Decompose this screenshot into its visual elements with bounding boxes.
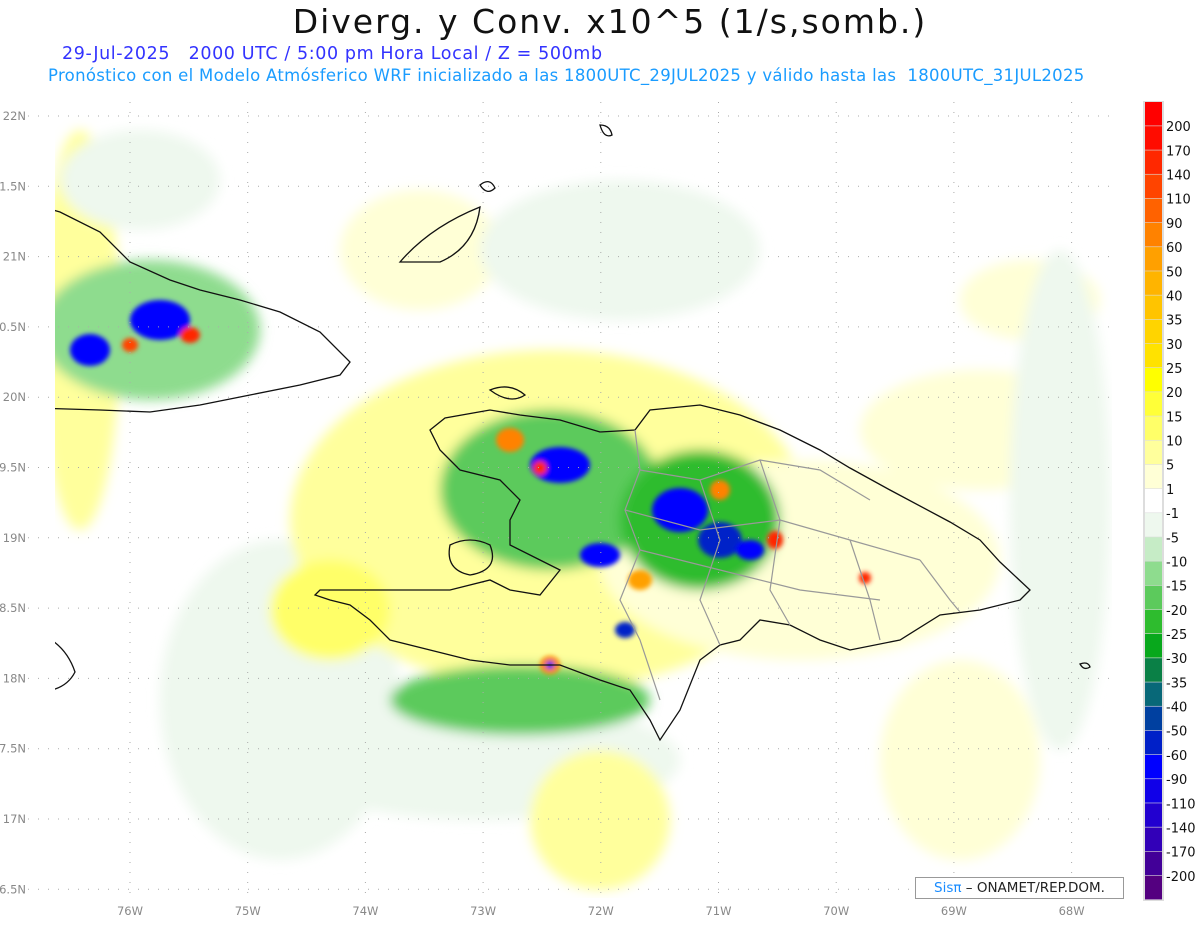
lat-label: 0.5N <box>0 320 26 334</box>
colorbar-swatch <box>1145 754 1162 779</box>
colorbar-label: -5 <box>1166 531 1179 546</box>
credit-box: Sisπ – ONAMET/REP.DOM. <box>915 877 1124 899</box>
divergence-map: 76W 75W 74W 73W 72W 71W 70W 69W 68W 22N 1.5N 21N 0.5… <box>0 101 1196 918</box>
colorbar-label: 170 <box>1166 144 1191 159</box>
lat-label: 1.5N <box>0 179 26 193</box>
colorbar-swatch <box>1145 150 1162 174</box>
colorbar-label: -1 <box>1166 507 1179 522</box>
colorbar-swatch <box>1145 875 1162 900</box>
colorbar-label: -140 <box>1166 821 1196 836</box>
lat-label: 20N <box>3 390 26 404</box>
colorbar-swatch <box>1145 416 1162 440</box>
colorbar-swatch <box>1145 343 1162 368</box>
lat-label: 7.5N <box>0 742 26 756</box>
lat-label: 9.5N <box>0 461 26 475</box>
colorbar-label: 15 <box>1166 410 1183 425</box>
colorbar-label: -35 <box>1166 676 1187 691</box>
colorbar-label: 1 <box>1166 483 1174 498</box>
colorbar-label: -10 <box>1166 555 1187 570</box>
chart-title: Diverg. y Conv. x10^5 (1/s,somb.) <box>292 2 928 41</box>
lon-label: 70W <box>823 904 849 918</box>
lat-label: 8.5N <box>0 601 26 615</box>
colorbar-label: -40 <box>1166 701 1187 716</box>
colorbar-label: -200 <box>1166 870 1196 885</box>
colorbar-swatch <box>1145 464 1162 489</box>
colorbar-swatch <box>1145 851 1162 876</box>
lon-label: 76W <box>117 904 143 918</box>
lon-label: 75W <box>235 904 261 918</box>
colorbar-swatch <box>1145 319 1162 344</box>
colorbar-swatch <box>1145 102 1162 126</box>
colorbar: 200 170 140 110 90 60 50 40 35 30 25 20 15 10 5 1 -1 -5 -1… <box>1143 101 1196 901</box>
colorbar-label: 35 <box>1166 314 1183 329</box>
colorbar-label: 60 <box>1166 241 1183 256</box>
colorbar-label: -110 <box>1166 797 1196 812</box>
colorbar-label: 25 <box>1166 362 1183 377</box>
lon-label: 74W <box>352 904 378 918</box>
colorbar-label: 20 <box>1166 386 1183 401</box>
colorbar-label: 140 <box>1166 169 1191 184</box>
forecast-time: 29-Jul-2025 2000 UTC / 5:00 pm Hora Loca… <box>62 44 603 64</box>
colorbar-swatch <box>1145 706 1162 731</box>
colorbar-label: 10 <box>1166 435 1183 450</box>
colorbar-swatch <box>1145 368 1162 392</box>
colorbar-label: -25 <box>1166 628 1187 643</box>
colorbar-swatch <box>1145 126 1162 150</box>
colorbar-label: -90 <box>1166 773 1187 788</box>
colorbar-swatch <box>1145 247 1162 271</box>
model-info: Pronóstico con el Modelo Atmósferico WRF… <box>48 66 1085 85</box>
colorbar-swatch <box>1145 295 1162 320</box>
colorbar-label: -20 <box>1166 604 1187 619</box>
colorbar-swatch <box>1145 658 1162 682</box>
colorbar-swatch <box>1145 609 1162 634</box>
colorbar-swatch <box>1145 198 1162 223</box>
lat-label: 17N <box>3 812 26 826</box>
colorbar-label: 5 <box>1166 459 1174 474</box>
colorbar-label: -15 <box>1166 580 1187 595</box>
colorbar-swatch <box>1145 561 1162 586</box>
lon-label: 71W <box>705 904 731 918</box>
lat-label: 21N <box>3 250 26 264</box>
lat-label: 18N <box>3 671 26 685</box>
colorbar-swatch <box>1145 174 1162 199</box>
colorbar-swatch <box>1145 730 1162 755</box>
colorbar-label: -170 <box>1166 846 1196 861</box>
colorbar-swatch <box>1145 271 1162 295</box>
lat-label: 22N <box>3 109 26 123</box>
colorbar-swatch <box>1145 827 1162 852</box>
lon-label: 72W <box>588 904 614 918</box>
colorbar-swatch <box>1145 682 1162 706</box>
colorbar-label: -30 <box>1166 652 1187 667</box>
colorbar-swatch <box>1145 803 1162 827</box>
lon-label: 69W <box>941 904 967 918</box>
colorbar-label: 50 <box>1166 265 1183 280</box>
colorbar-label: 200 <box>1166 120 1191 135</box>
lat-label: 6.5N <box>0 882 26 896</box>
colorbar-label: -60 <box>1166 749 1187 764</box>
colorbar-swatch <box>1145 222 1162 247</box>
colorbar-swatch <box>1145 440 1162 465</box>
lat-label: 19N <box>3 531 26 545</box>
credit-text: – ONAMET/REP.DOM. <box>961 880 1105 896</box>
colorbar-label: 110 <box>1166 193 1191 208</box>
lon-label: 68W <box>1059 904 1085 918</box>
sispi-logo: Sisπ <box>934 880 962 896</box>
colorbar-swatch <box>1145 634 1162 658</box>
colorbar-swatch <box>1145 779 1162 803</box>
lon-label: 73W <box>470 904 496 918</box>
colorbar-swatch <box>1145 537 1162 561</box>
colorbar-label: 30 <box>1166 338 1183 353</box>
colorbar-swatch <box>1145 488 1162 513</box>
colorbar-swatch <box>1145 513 1162 537</box>
colorbar-label: 90 <box>1166 217 1183 232</box>
colorbar-swatch <box>1145 392 1162 416</box>
colorbar-label: -50 <box>1166 725 1187 740</box>
colorbar-label: 40 <box>1166 289 1183 304</box>
colorbar-swatch <box>1145 585 1162 610</box>
